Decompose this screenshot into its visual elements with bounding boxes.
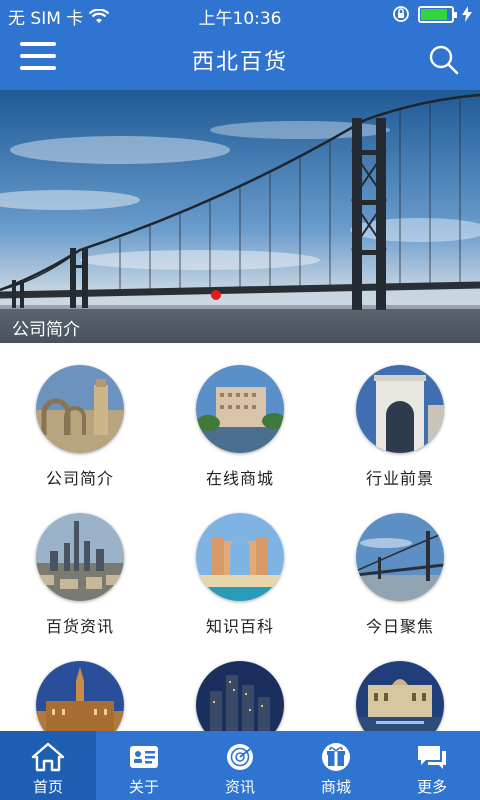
grid-item-label: 今日聚焦 <box>365 617 434 636</box>
grid-item-label: 知识百科 <box>205 617 274 636</box>
grid-item-label: 公司简介 <box>45 469 114 488</box>
page-title: 西北百货 <box>191 50 288 75</box>
tab-news[interactable]: 资讯 <box>192 731 288 800</box>
tab-label: 关于 <box>128 778 159 796</box>
rotation-lock-icon <box>393 6 409 22</box>
grid-item-online-mall[interactable]: 在线商城 <box>160 365 320 489</box>
chat-bubbles-icon <box>418 746 446 769</box>
grid-item-label: 在线商城 <box>205 469 274 488</box>
tab-about[interactable]: 关于 <box>96 731 192 800</box>
grid-item-label: 行业前景 <box>365 469 434 488</box>
carousel-indicator[interactable] <box>211 290 221 300</box>
grid-item-label: 百货资讯 <box>45 617 114 636</box>
grid-item-today-focus[interactable]: 今日聚焦 <box>320 513 480 637</box>
waterfront-hotel-photo <box>196 365 284 453</box>
tab-mall[interactable]: 商城 <box>288 731 384 800</box>
resort-beach-photo <box>196 513 284 601</box>
radar-icon <box>227 744 253 770</box>
category-grid: 公司简介 在线商城 行业前景 百货资讯 知识百科 今日聚焦 <box>0 343 480 749</box>
banner-carousel[interactable]: 公司简介 <box>0 90 480 343</box>
white-arch-building-photo <box>356 365 444 453</box>
grid-item-knowledge-base[interactable]: 知识百科 <box>160 513 320 637</box>
search-icon[interactable] <box>428 44 460 76</box>
arches-tower-photo <box>36 365 124 453</box>
app-header: 西北百货 <box>0 30 480 90</box>
home-icon <box>31 742 65 772</box>
tab-more[interactable]: 更多 <box>384 731 480 800</box>
tab-label: 更多 <box>416 778 447 796</box>
tab-label: 资讯 <box>224 778 255 796</box>
tab-label: 首页 <box>32 778 63 796</box>
status-bar: 无 SIM 卡 上午10:36 <box>0 0 480 30</box>
city-skyline-photo <box>36 513 124 601</box>
tab-label: 商城 <box>320 778 351 796</box>
bridge-banner-image <box>0 90 480 343</box>
tab-home[interactable]: 首页 <box>0 731 96 800</box>
battery-icon <box>418 5 457 23</box>
bottom-tab-bar: 首页 关于 资讯 商城 更多 <box>0 731 480 800</box>
charging-icon <box>462 6 472 22</box>
grid-item-department-news[interactable]: 百货资讯 <box>0 513 160 637</box>
gift-icon <box>322 743 350 771</box>
bridge-sky-photo <box>356 513 444 601</box>
grid-item-company-intro[interactable]: 公司简介 <box>0 365 160 489</box>
grid-item-industry-outlook[interactable]: 行业前景 <box>320 365 480 489</box>
clock: 上午10:36 <box>198 9 282 29</box>
id-card-icon <box>130 746 158 768</box>
banner-caption: 公司简介 <box>0 309 480 343</box>
